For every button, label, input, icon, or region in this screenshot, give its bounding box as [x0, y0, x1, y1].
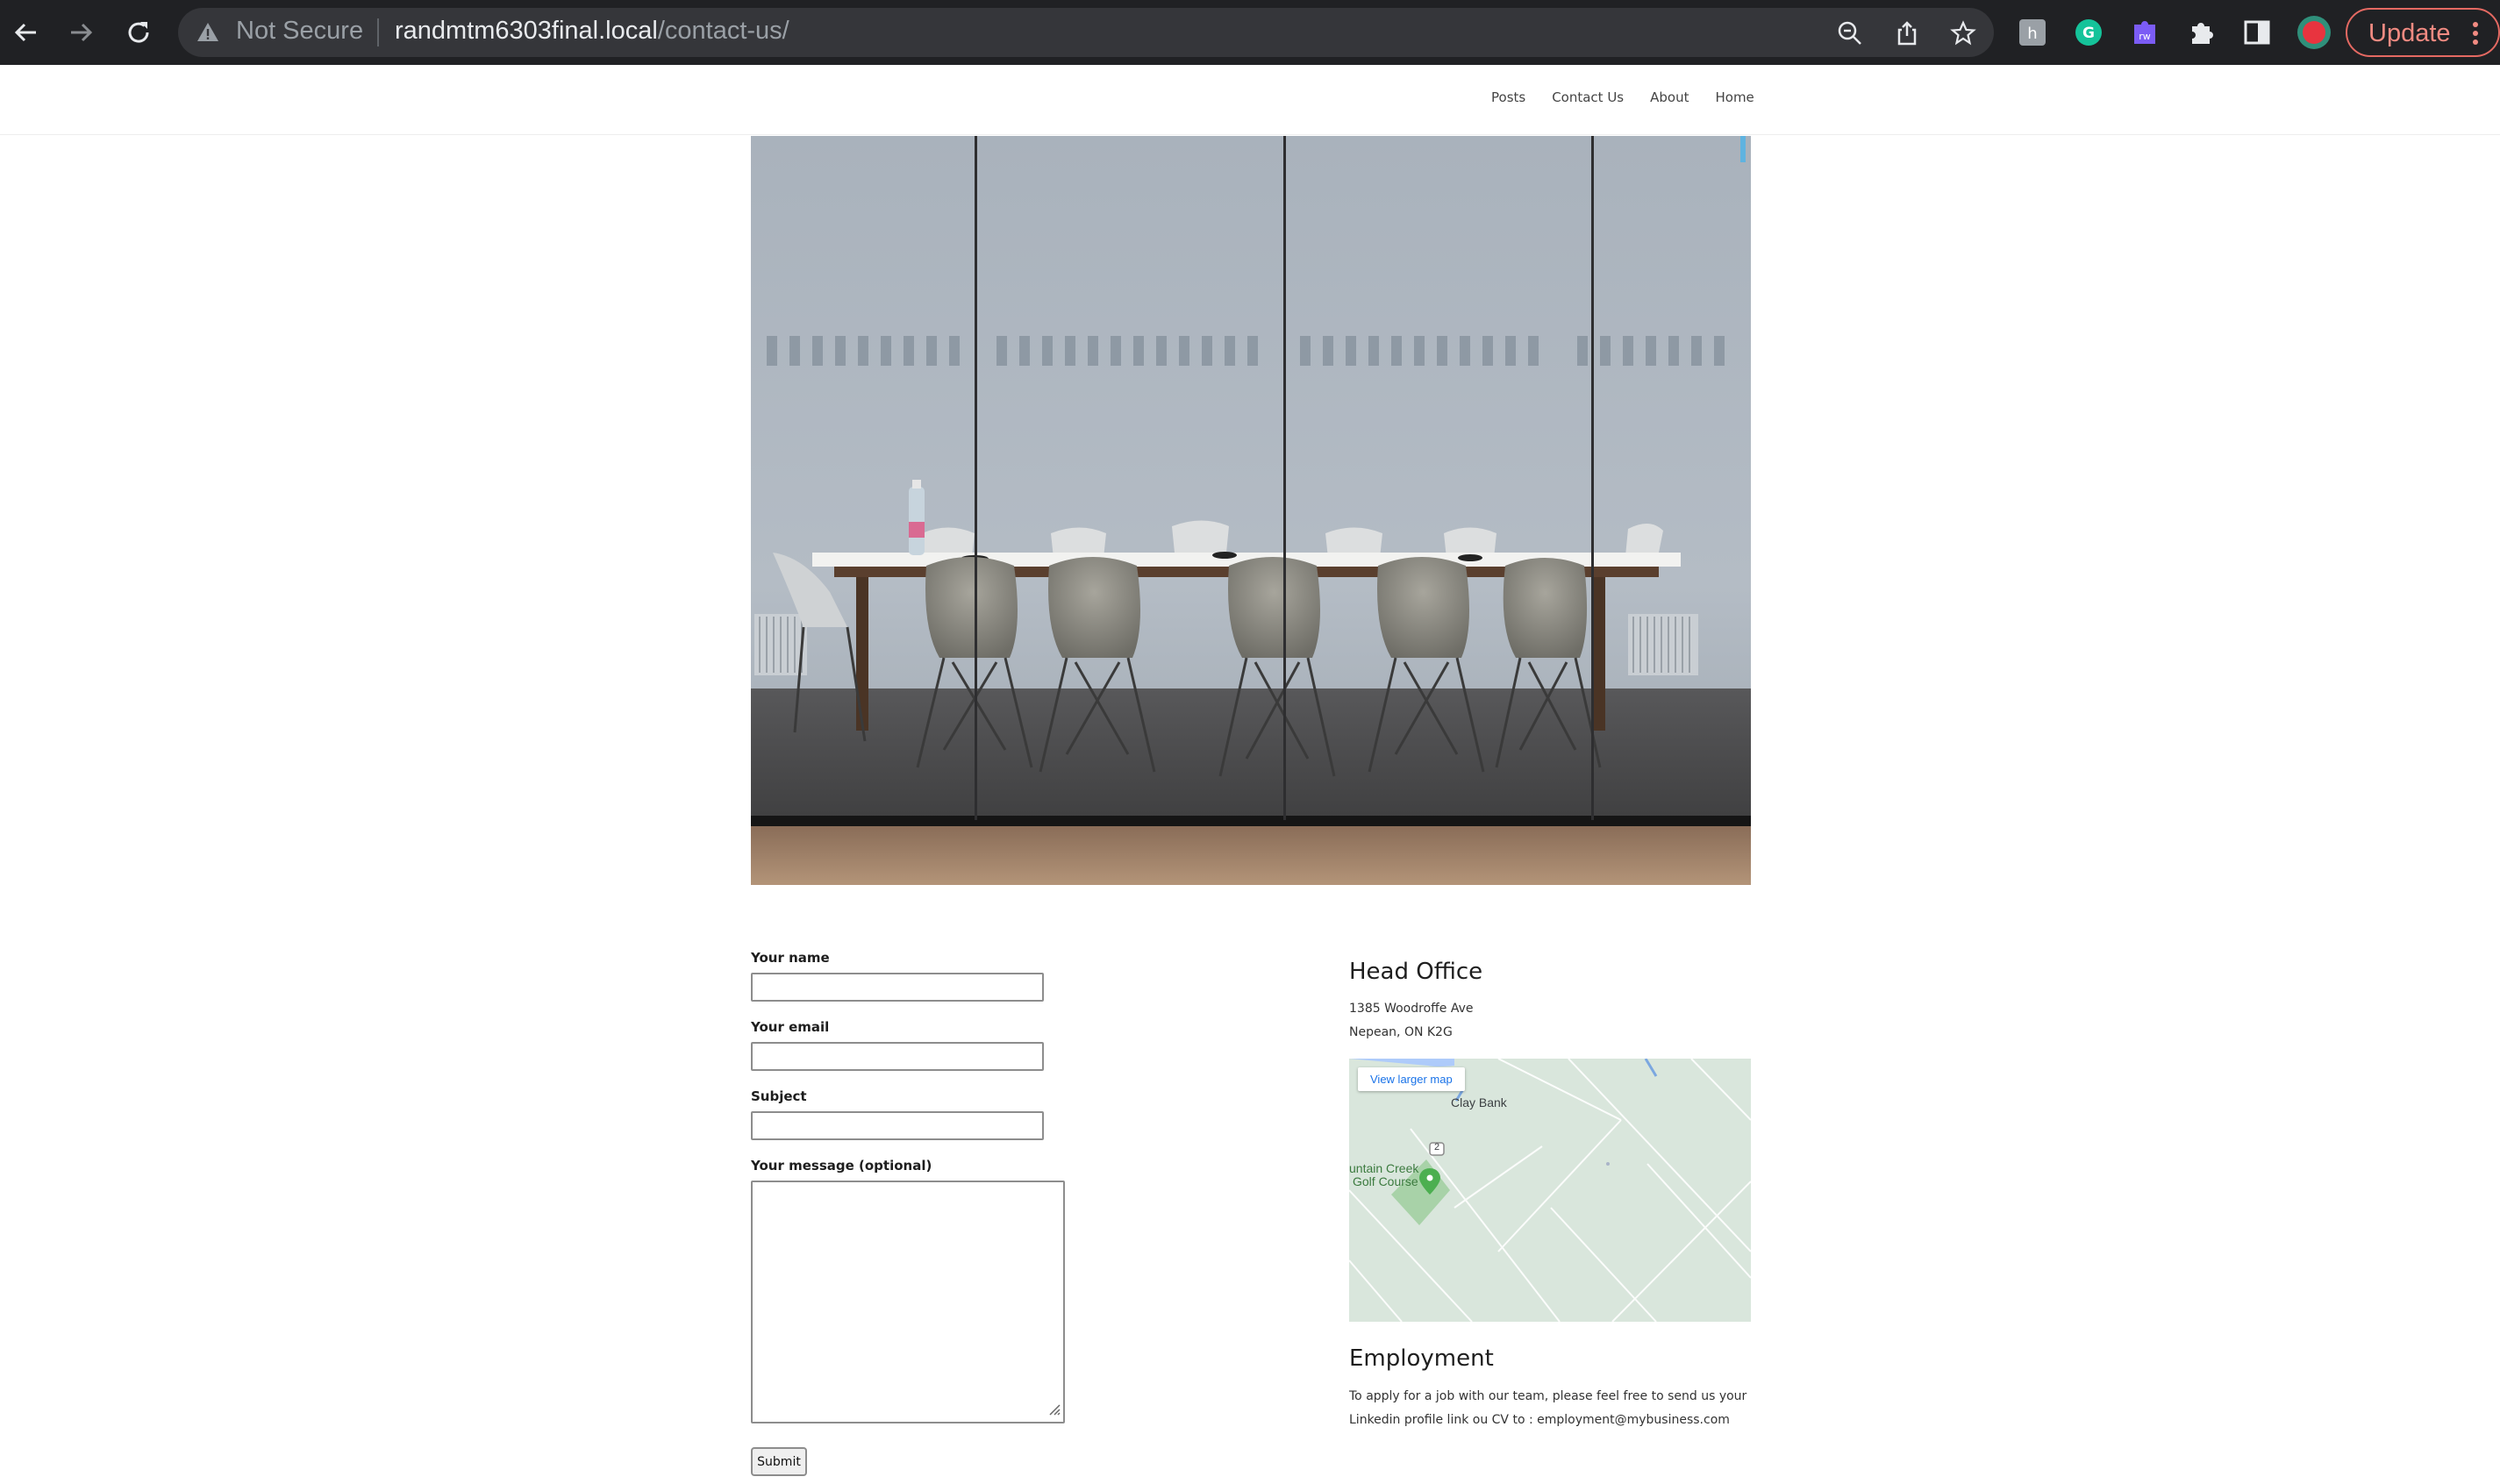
extension-rw-icon[interactable]: rw: [2128, 15, 2163, 50]
view-larger-map-link[interactable]: View larger map: [1358, 1067, 1465, 1091]
browser-toolbar: Not Secure randmtm6303final.local/contac…: [0, 0, 2500, 65]
menu-kebab-icon[interactable]: [2470, 20, 2481, 50]
omnibox-divider: [377, 18, 379, 46]
nav-item-about[interactable]: About: [1650, 89, 1689, 105]
url-text[interactable]: randmtm6303final.local/contact-us/: [395, 17, 789, 46]
reload-icon[interactable]: [117, 11, 161, 54]
nav-item-contact-us[interactable]: Contact Us: [1552, 89, 1624, 105]
share-icon[interactable]: [1889, 16, 1925, 51]
name-field[interactable]: [751, 973, 1044, 1002]
url-host: randmtm6303final.local: [395, 17, 658, 45]
svg-text:rw: rw: [2139, 31, 2151, 42]
nav-item-home[interactable]: Home: [1715, 89, 1754, 105]
url-path: /contact-us/: [657, 17, 789, 45]
message-label: Your message (optional): [751, 1158, 932, 1174]
map-road-number: 2: [1434, 1142, 1440, 1152]
employment-heading: Employment: [1349, 1345, 1494, 1372]
back-icon[interactable]: [4, 11, 47, 54]
submit-button[interactable]: Submit: [751, 1447, 807, 1476]
head-office-heading: Head Office: [1349, 959, 1483, 985]
profile-avatar[interactable]: [2296, 15, 2332, 50]
employment-text: To apply for a job with our team, please…: [1349, 1389, 1747, 1427]
primary-nav: Posts Contact Us About Home: [1491, 89, 1781, 105]
nav-item-posts[interactable]: Posts: [1491, 89, 1525, 105]
subject-label: Subject: [751, 1088, 807, 1104]
email-field[interactable]: [751, 1042, 1044, 1071]
hero-image: [751, 136, 1751, 885]
svg-text:h: h: [2027, 25, 2037, 43]
map-label-golf-line-2: Golf Course: [1353, 1174, 1418, 1188]
address-line-2: Nepean, ON K2G: [1349, 1025, 1453, 1039]
resize-grip-icon[interactable]: [1048, 1402, 1061, 1419]
message-textarea[interactable]: [751, 1181, 1065, 1423]
security-label[interactable]: Not Secure: [236, 17, 363, 46]
zoom-icon[interactable]: [1832, 16, 1868, 51]
email-label: Your email: [751, 1019, 830, 1035]
address-bar[interactable]: Not Secure randmtm6303final.local/contac…: [178, 8, 1994, 57]
site-header: Posts Contact Us About Home: [0, 65, 2500, 135]
map-label-golf-line-1: untain Creek: [1349, 1161, 1419, 1175]
map-label-clay-bank: Clay Bank: [1451, 1095, 1507, 1109]
extension-h-icon[interactable]: h: [2015, 15, 2050, 50]
update-label: Update: [2368, 19, 2451, 47]
puzzle-extensions-icon[interactable]: [2184, 15, 2219, 50]
bookmark-star-icon[interactable]: [1946, 16, 1981, 51]
sidepanel-icon[interactable]: [2239, 15, 2275, 50]
subject-field[interactable]: [751, 1111, 1044, 1140]
warning-icon: [196, 20, 220, 48]
embedded-map[interactable]: View larger map Clay Bank 2 untain Creek…: [1349, 1059, 1751, 1322]
forward-icon[interactable]: [60, 11, 104, 54]
grammarly-icon[interactable]: G: [2071, 15, 2106, 50]
svg-text:G: G: [2082, 25, 2095, 42]
update-button[interactable]: Update: [2346, 8, 2500, 57]
name-label: Your name: [751, 950, 830, 966]
address-line-1: 1385 Woodroffe Ave: [1349, 1002, 1474, 1016]
